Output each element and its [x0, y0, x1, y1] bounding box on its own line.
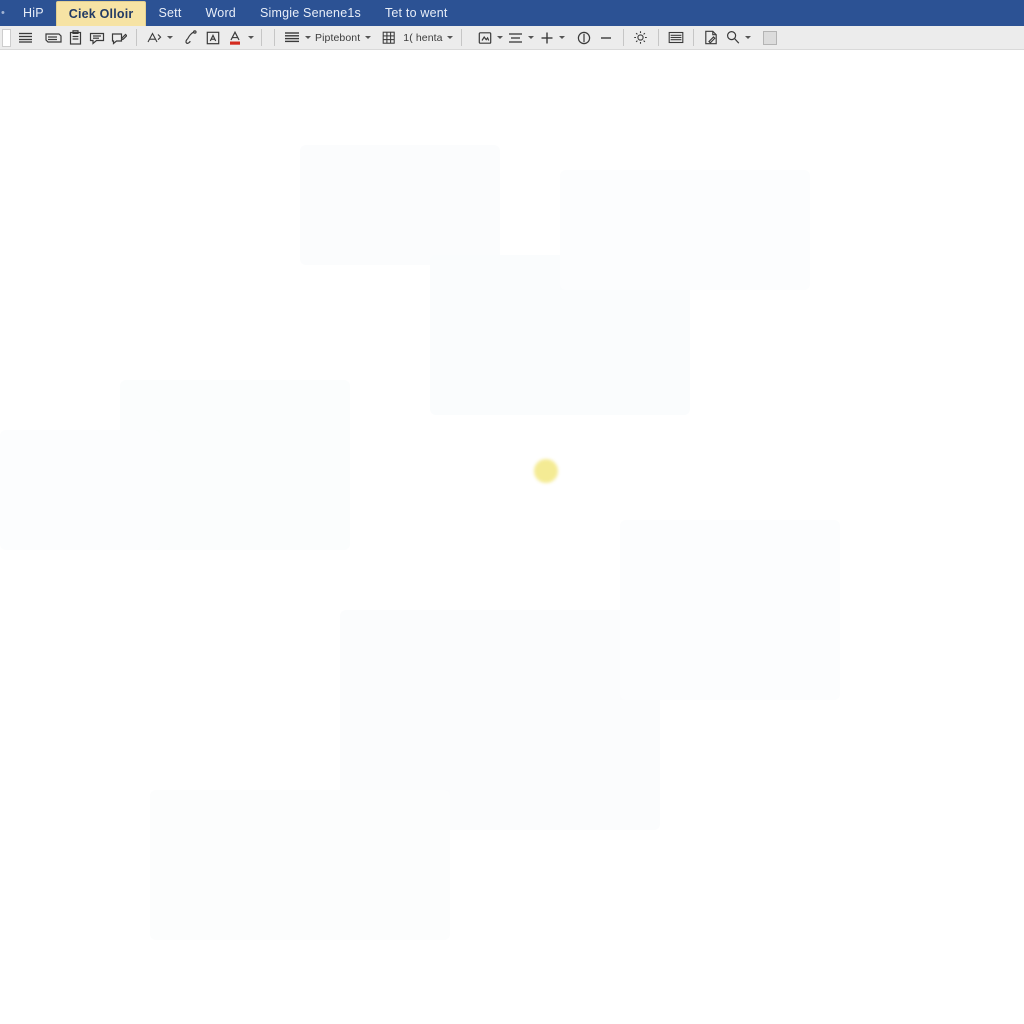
toolbar-magnifier-caret[interactable] — [744, 28, 753, 48]
toolbar-table-label[interactable]: 1( henta — [400, 32, 445, 44]
toolbar-separator-7 — [692, 29, 694, 46]
toolbar-table-button[interactable] — [378, 28, 400, 48]
ghost-region-3 — [120, 380, 350, 550]
toolbar-separator-5 — [622, 29, 624, 46]
columns-icon — [668, 31, 684, 44]
ghost-region-6 — [620, 520, 840, 700]
toolbar-align-caret[interactable] — [527, 28, 536, 48]
toolbar: Piptebont 1( henta — [0, 26, 1024, 50]
toolbar-page-button[interactable] — [700, 28, 722, 48]
toolbar-lines-button[interactable] — [14, 28, 36, 48]
ghost-region-1 — [300, 145, 500, 265]
application-window: • HiP Ciek Olloir Sett Word Simgie Senen… — [0, 0, 1024, 1024]
toolbar-comment-edit-button[interactable] — [108, 28, 130, 48]
toolbar-columns-button[interactable] — [665, 28, 687, 48]
cursor-highlight-dot — [534, 459, 558, 483]
menu-edge-glyph: • — [1, 7, 5, 19]
toolbar-highlight-color-button[interactable] — [224, 28, 246, 48]
format-painter-icon — [184, 30, 198, 45]
paragraph-lines-icon — [284, 31, 300, 44]
minus-icon — [599, 31, 613, 45]
toolbar-shape-caret[interactable] — [496, 28, 505, 48]
toolbar-color-swatch[interactable] — [759, 28, 781, 48]
menu-item-ciek-olloir[interactable]: Ciek Olloir — [55, 1, 147, 26]
toolbar-separator-4 — [460, 29, 462, 46]
ghost-region-8 — [0, 430, 160, 550]
toolbar-insert-button[interactable] — [536, 28, 558, 48]
menu-item-sett[interactable]: Sett — [146, 0, 193, 26]
toolbar-font-box-button[interactable] — [202, 28, 224, 48]
menu-item-hip[interactable]: HiP — [11, 0, 56, 26]
toolbar-paragraph-group-caret[interactable] — [363, 28, 372, 48]
ghost-region-2 — [430, 255, 690, 415]
comment-icon — [89, 31, 105, 45]
comment-edit-icon — [111, 31, 127, 45]
toolbar-paragraph-caret[interactable] — [303, 28, 312, 48]
font-box-icon — [206, 31, 220, 45]
toolbar-style-button[interactable] — [143, 28, 165, 48]
toolbar-separator-2 — [261, 29, 262, 46]
toolbar-highlight-caret[interactable] — [246, 28, 255, 48]
menu-item-tet-to-went[interactable]: Tet to went — [373, 0, 460, 26]
clipboard-icon — [69, 30, 82, 45]
toolbar-shape-button[interactable] — [474, 28, 496, 48]
toolbar-separator-1 — [136, 29, 137, 46]
ghost-region-7 — [150, 790, 450, 940]
toolbar-separator-6 — [657, 29, 659, 46]
toolbar-minus-button[interactable] — [595, 28, 617, 48]
highlight-color-icon — [228, 30, 242, 46]
toolbar-settings-button[interactable] — [630, 28, 652, 48]
toolbar-left-chip[interactable] — [2, 28, 11, 47]
toolbar-align-button[interactable] — [505, 28, 527, 48]
shape-icon — [478, 31, 492, 45]
toolbar-paragraph-label[interactable]: Piptebont — [312, 32, 363, 44]
toolbar-style-caret[interactable] — [165, 28, 174, 48]
toolbar-insert-caret[interactable] — [558, 28, 567, 48]
toolbar-table-caret[interactable] — [446, 28, 455, 48]
toolbar-format-painter-button[interactable] — [180, 28, 202, 48]
toolbar-paragraph-button[interactable] — [281, 28, 303, 48]
align-lines-icon — [508, 32, 523, 44]
color-swatch-icon — [762, 30, 777, 45]
info-circle-icon — [577, 31, 591, 45]
table-grid-icon — [382, 31, 397, 45]
toolbar-comment-button[interactable] — [86, 28, 108, 48]
toolbar-magnifier-button[interactable] — [722, 28, 744, 48]
page-icon — [704, 30, 718, 45]
magnifier-icon — [726, 30, 740, 45]
menu-item-word[interactable]: Word — [194, 0, 248, 26]
ghost-region-5 — [340, 610, 660, 830]
style-icon — [146, 31, 162, 45]
note-lines-icon — [44, 31, 62, 45]
ghost-region-4 — [560, 170, 810, 290]
lines-icon — [18, 31, 33, 44]
toolbar-separator-3 — [274, 29, 275, 46]
menu-bar: • HiP Ciek Olloir Sett Word Simgie Senen… — [0, 0, 1024, 26]
toolbar-clipboard-button[interactable] — [64, 28, 86, 48]
toolbar-insert-note-button[interactable] — [42, 28, 64, 48]
toolbar-info-button[interactable] — [573, 28, 595, 48]
menu-item-simgie-senenets[interactable]: Simgie Senene1s — [248, 0, 373, 26]
gear-icon — [633, 30, 648, 45]
plus-icon — [540, 31, 554, 45]
document-canvas[interactable] — [0, 50, 1024, 1024]
